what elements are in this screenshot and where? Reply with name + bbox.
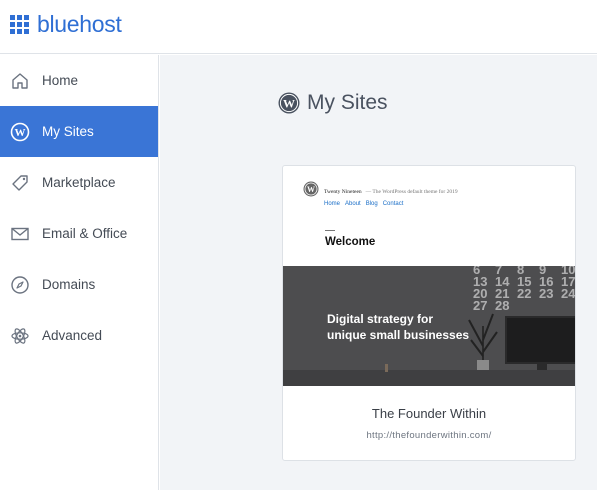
svg-text:W: W	[15, 127, 26, 139]
preview-nav-item: Home	[324, 201, 341, 207]
bluehost-logo[interactable]: bluehost	[10, 11, 122, 37]
sidebar-item-label: Advanced	[42, 328, 103, 343]
page-title: W My Sites	[278, 91, 388, 115]
top-bar: bluehost	[0, 0, 597, 54]
home-icon	[10, 71, 30, 91]
sidebar-item-advanced[interactable]: Advanced	[0, 310, 158, 361]
preview-welcome: Welcome	[325, 236, 376, 248]
wordpress-icon: W	[10, 122, 30, 142]
preview-nav: Home About Blog Contact	[324, 201, 458, 207]
wordpress-icon: W	[303, 181, 319, 197]
sidebar-item-label: My Sites	[42, 124, 94, 139]
candle-graphic	[385, 364, 388, 372]
main-content: W My Sites W Twenty Nineteen — The WordPr…	[160, 55, 597, 490]
site-url[interactable]: http://thefounderwithin.com/	[283, 430, 575, 441]
atom-icon	[10, 326, 30, 346]
wordpress-icon: W	[278, 92, 300, 114]
sidebar-item-home[interactable]: Home	[0, 55, 158, 106]
preview-nav-item: Contact	[382, 201, 404, 207]
page-title-text: My Sites	[307, 91, 388, 114]
site-card[interactable]: W Twenty Nineteen — The WordPress default…	[282, 165, 576, 461]
desk-graphic	[283, 370, 575, 386]
grid-logo-icon	[10, 14, 29, 34]
sidebar-item-label: Email & Office	[42, 226, 128, 241]
preview-hero-text: Digital strategy for unique small busine…	[327, 312, 470, 342]
sidebar-item-label: Marketplace	[42, 175, 116, 190]
preview-hero-image: 6 7 8 9 10 13 14 15 16 17 20 21 22 23 24…	[283, 266, 575, 386]
svg-text:W: W	[307, 185, 315, 194]
preview-nav-item: About	[345, 201, 361, 207]
preview-divider	[325, 230, 335, 231]
preview-site-title: Twenty Nineteen	[324, 189, 362, 195]
sidebar-item-my-sites[interactable]: W My Sites	[0, 106, 158, 157]
tag-icon	[10, 173, 30, 193]
sidebar: Home W My Sites Marketplace Email & Offi…	[0, 55, 159, 490]
preview-nav-item: Blog	[365, 201, 378, 207]
sidebar-item-email-office[interactable]: Email & Office	[0, 208, 158, 259]
monitor-graphic	[505, 316, 575, 364]
svg-text:W: W	[283, 97, 295, 111]
preview-header: W Twenty Nineteen — The WordPress default…	[303, 180, 458, 207]
site-preview-thumbnail[interactable]: W Twenty Nineteen — The WordPress default…	[283, 166, 575, 386]
sidebar-item-label: Domains	[42, 277, 96, 292]
sidebar-item-domains[interactable]: Domains	[0, 259, 158, 310]
site-name[interactable]: The Founder Within	[283, 406, 575, 421]
compass-icon	[10, 275, 30, 295]
sidebar-item-marketplace[interactable]: Marketplace	[0, 157, 158, 208]
envelope-icon	[10, 224, 30, 244]
brand-name: bluehost	[37, 11, 122, 37]
sidebar-item-label: Home	[42, 73, 79, 88]
preview-tagline: — The WordPress default theme for 2019	[365, 189, 458, 195]
